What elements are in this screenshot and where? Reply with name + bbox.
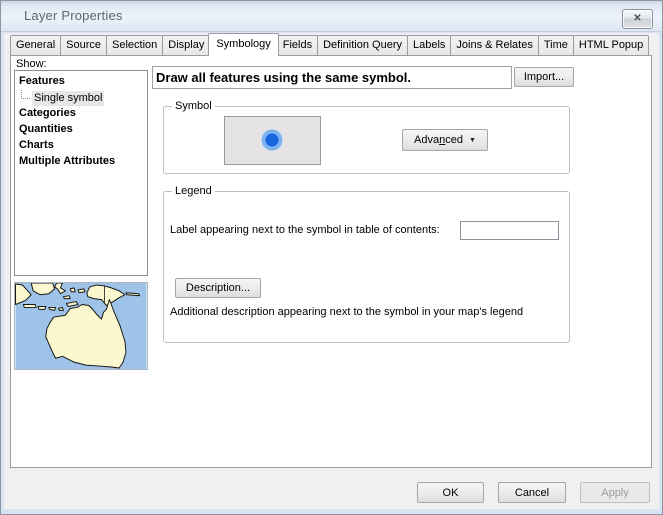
- symbol-groupbox: Symbol Advanced ▼: [163, 106, 570, 174]
- tab-symbology[interactable]: Symbology: [208, 33, 278, 56]
- symbol-group-title: Symbol: [172, 99, 215, 113]
- show-tree: Features Single symbol Categories Quanti…: [14, 70, 148, 276]
- tab-general[interactable]: General: [10, 35, 61, 55]
- renderer-description: Draw all features using the same symbol.: [152, 66, 512, 89]
- titlebar[interactable]: Layer Properties ✕: [1, 1, 662, 32]
- dialog-body: General Source Selection Display Symbolo…: [4, 33, 659, 509]
- legend-additional-text: Additional description appearing next to…: [170, 305, 523, 319]
- symbol-preview-button[interactable]: [224, 116, 321, 165]
- advanced-dropdown-button[interactable]: Advanced ▼: [402, 129, 488, 151]
- tab-html-popup[interactable]: HTML Popup: [573, 35, 649, 55]
- tree-item-single-symbol[interactable]: Single symbol: [15, 90, 147, 106]
- tab-selection[interactable]: Selection: [106, 35, 163, 55]
- layer-properties-dialog: Layer Properties ✕ General Source Select…: [0, 0, 663, 515]
- tab-strip: General Source Selection Display Symbolo…: [10, 34, 649, 55]
- symbology-tab-page: Show: Features Single symbol Categories …: [10, 55, 652, 468]
- tab-source[interactable]: Source: [60, 35, 107, 55]
- tab-labels[interactable]: Labels: [407, 35, 451, 55]
- tab-time[interactable]: Time: [538, 35, 574, 55]
- cancel-button[interactable]: Cancel: [498, 482, 566, 503]
- tree-item-categories[interactable]: Categories: [15, 106, 147, 122]
- ok-button[interactable]: OK: [417, 482, 484, 503]
- legend-groupbox: Legend Label appearing next to the symbo…: [163, 191, 570, 343]
- tab-display[interactable]: Display: [162, 35, 210, 55]
- tab-definition-query[interactable]: Definition Query: [317, 35, 408, 55]
- window-title: Layer Properties: [24, 1, 123, 31]
- tree-item-quantities[interactable]: Quantities: [15, 122, 147, 138]
- legend-group-title: Legend: [172, 184, 215, 198]
- tree-connector-icon: [21, 90, 30, 99]
- close-icon[interactable]: ✕: [622, 9, 653, 29]
- tab-joins-relates[interactable]: Joins & Relates: [450, 35, 538, 55]
- import-button[interactable]: Import...: [514, 67, 574, 87]
- map-thumbnail: [14, 282, 148, 370]
- legend-label-input[interactable]: [460, 221, 559, 240]
- point-marker-icon: [225, 117, 320, 164]
- advanced-label: Advanced: [414, 134, 463, 146]
- tree-item-multiple-attributes[interactable]: Multiple Attributes: [15, 154, 147, 170]
- tab-fields[interactable]: Fields: [277, 35, 318, 55]
- apply-button[interactable]: Apply: [580, 482, 650, 503]
- show-label: Show:: [16, 58, 47, 70]
- legend-label-text: Label appearing next to the symbol in ta…: [170, 223, 440, 237]
- tree-item-features[interactable]: Features: [15, 74, 147, 90]
- description-button[interactable]: Description...: [175, 278, 261, 298]
- tree-item-charts[interactable]: Charts: [15, 138, 147, 154]
- chevron-down-icon: ▼: [469, 137, 476, 144]
